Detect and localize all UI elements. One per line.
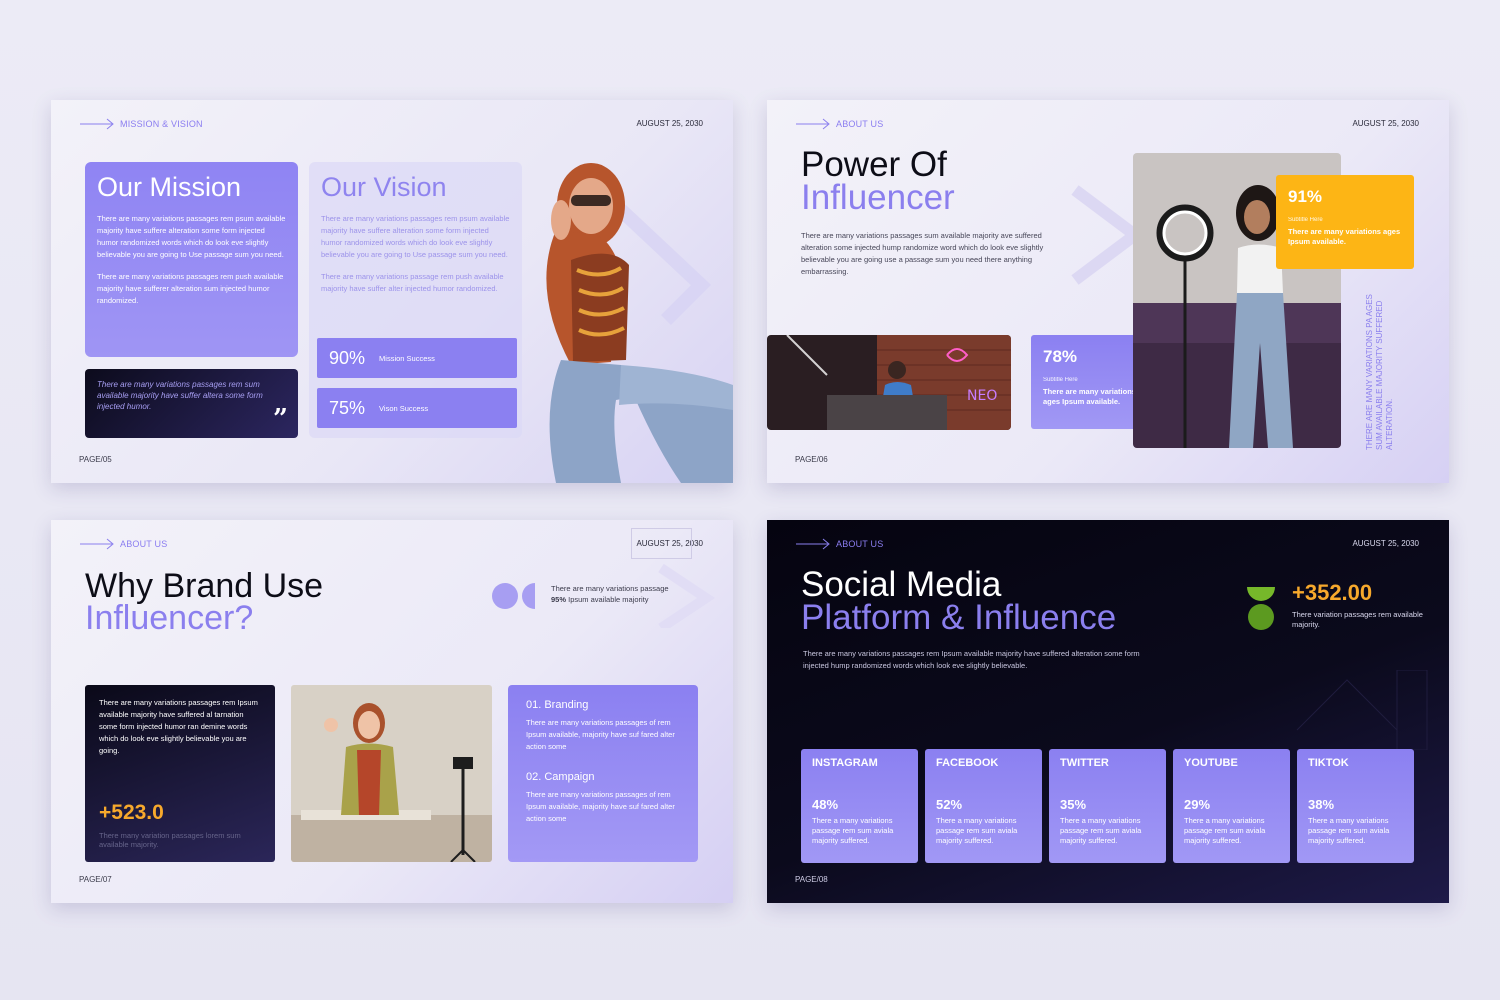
platform-percent: 35% — [1060, 797, 1087, 812]
stat-value: +352.00 — [1292, 580, 1373, 605]
stat-caption-pct: 95% — [551, 595, 567, 604]
slide-date: AUGUST 25, 2030 — [636, 119, 703, 128]
quote-icon: ” — [273, 404, 288, 434]
platform-name: TWITTER — [1060, 757, 1109, 769]
slide-date: AUGUST 25, 2030 — [1352, 119, 1419, 128]
card-value: +523.0 — [99, 801, 164, 824]
quote-card: There are many variations passages rem s… — [85, 369, 298, 438]
title-line-2: Platform & Influence — [801, 598, 1117, 637]
platform-list: INSTAGRAM 48% There a many variations pa… — [801, 749, 1414, 863]
card-subtitle: Subtitle Here — [1288, 217, 1323, 223]
svg-text:NEO: NEO — [967, 388, 997, 404]
platform-name: INSTAGRAM — [812, 757, 878, 769]
platform-desc: There a many variations passage rem sum … — [936, 816, 1018, 845]
kitchen-photo — [291, 685, 492, 862]
page-number: PAGE/06 — [795, 455, 828, 464]
slide-tag: ABOUT US — [796, 538, 883, 550]
slide-tag: MISSION & VISION — [80, 118, 203, 130]
quote-text: There are many variations passages rem s… — [97, 380, 263, 411]
platform-card-youtube[interactable]: YOUTUBE 29% There a many variations pass… — [1173, 749, 1290, 863]
page-number: PAGE/08 — [795, 875, 828, 884]
steps-card: 01. Branding There are many variations p… — [508, 685, 698, 862]
platform-percent: 29% — [1184, 797, 1211, 812]
platform-percent: 52% — [936, 797, 963, 812]
platform-name: YOUTUBE — [1184, 757, 1238, 769]
mission-paragraph-1: There are many variations passages rem p… — [97, 214, 286, 259]
influencer-photo — [546, 163, 733, 483]
page-number: PAGE/05 — [79, 455, 112, 464]
vertical-caption: THERE ARE MANY VARIATIONS PA AGES SUM AV… — [1365, 294, 1394, 450]
title-line-2: Influencer — [801, 178, 955, 217]
platform-desc: There a many variations passage rem sum … — [1060, 816, 1142, 845]
slide-power-of-influencer[interactable]: ABOUT US AUGUST 25, 2030 Power Of Influe… — [767, 100, 1449, 483]
slide-title: Why Brand Use Influencer? — [85, 569, 323, 637]
platform-card-twitter[interactable]: TWITTER 35% There a many variations pass… — [1049, 749, 1166, 863]
stat-value: 90% — [329, 347, 366, 368]
stat-card-91: 91% Subtitle Here There are many variati… — [1276, 175, 1414, 269]
platform-card-instagram[interactable]: INSTAGRAM 48% There a many variations pa… — [801, 749, 918, 863]
platform-desc: There a many variations passage rem sum … — [1184, 816, 1266, 845]
page-number: PAGE/07 — [79, 875, 112, 884]
step-title-campaign: 02. Campaign — [526, 771, 595, 783]
platform-name: TIKTOK — [1308, 757, 1349, 769]
card-value: 91% — [1288, 187, 1323, 206]
mission-card: Our Mission There are many variations pa… — [85, 162, 298, 357]
stat-value: 75% — [329, 397, 366, 418]
slide-mission-vision[interactable]: MISSION & VISION AUGUST 25, 2030 Our Mis… — [51, 100, 733, 483]
arrow-right-icon — [80, 118, 114, 130]
mission-success-bar: 90% Mission Success — [317, 338, 517, 378]
slide-tag: ABOUT US — [80, 538, 167, 550]
vision-paragraph-1: There are many variations passages rem p… — [321, 214, 510, 259]
slide-body: There are many variations passages rem I… — [803, 649, 1140, 670]
slide-date: AUGUST 25, 2030 — [1352, 539, 1419, 548]
mission-paragraph-2: There are many variations passages rem p… — [97, 272, 284, 305]
tag-label: ABOUT US — [120, 539, 168, 549]
slide-tag: ABOUT US — [796, 118, 883, 130]
slide-social-media-platform[interactable]: ABOUT US AUGUST 25, 2030 Social Media Pl… — [767, 520, 1449, 903]
slide-why-brand-use-influencer[interactable]: ABOUT US AUGUST 25, 2030 Why Brand Use I… — [51, 520, 733, 903]
step-title-branding: 01. Branding — [526, 699, 589, 711]
green-shapes-icon — [1247, 587, 1275, 630]
platform-desc: There a many variations passage rem sum … — [1308, 816, 1390, 845]
vision-paragraph-2: There are many variations passage rem pu… — [321, 272, 504, 293]
card-text: There are many variations ages Ipsum ava… — [1288, 227, 1401, 246]
platform-percent: 38% — [1308, 797, 1335, 812]
platform-card-tiktok[interactable]: TIKTOK 38% There a many variations passa… — [1297, 749, 1414, 863]
tag-label: ABOUT US — [836, 539, 884, 549]
platform-name: FACEBOOK — [936, 757, 999, 769]
stat-text: There variation passages rem available m… — [1292, 610, 1423, 629]
platform-card-facebook[interactable]: FACEBOOK 52% There a many variations pas… — [925, 749, 1042, 863]
half-circles-icon — [492, 583, 535, 609]
decorative-frame — [631, 528, 716, 628]
stat-caption-line-1: There are many variations passage — [551, 584, 669, 593]
stat-caption: There are many variations passage 95% Ip… — [551, 583, 669, 605]
slide-body: There are many variations passages sum a… — [801, 231, 1044, 276]
mission-title: Our Mission — [97, 172, 242, 202]
vision-success-bar: 75% Vison Success — [317, 388, 517, 428]
stat-label: Vison Success — [379, 403, 429, 413]
slide-title: Social Media Platform & Influence — [801, 567, 1117, 637]
platform-percent: 48% — [812, 797, 839, 812]
arrow-right-icon — [80, 538, 114, 550]
studio-photo: NEO — [767, 335, 1011, 430]
stat-label: Mission Success — [379, 353, 435, 363]
dark-stat-card: There are many variations passages rem I… — [85, 685, 275, 862]
decorative-outline — [1296, 670, 1428, 750]
arrow-right-icon — [796, 538, 830, 550]
step-text-branding: There are many variations passages of re… — [526, 718, 675, 751]
step-text-campaign: There are many variations passages of re… — [526, 790, 675, 823]
arrow-right-icon — [796, 118, 830, 130]
stat-caption-line-2: Ipsum available majority — [568, 595, 649, 604]
card-text: There are many variations passages rem I… — [99, 698, 258, 755]
tag-label: MISSION & VISION — [120, 119, 203, 129]
stat-block: +352.00 There variation passages rem ava… — [1292, 580, 1449, 630]
vision-title: Our Vision — [321, 172, 447, 202]
title-line-2: Influencer? — [85, 599, 254, 637]
card-subtext: There many variation passages lorem sum … — [99, 831, 241, 849]
platform-desc: There a many variations passage rem sum … — [812, 816, 894, 845]
tag-label: ABOUT US — [836, 119, 884, 129]
slide-title: Power Of Influencer — [801, 147, 955, 217]
